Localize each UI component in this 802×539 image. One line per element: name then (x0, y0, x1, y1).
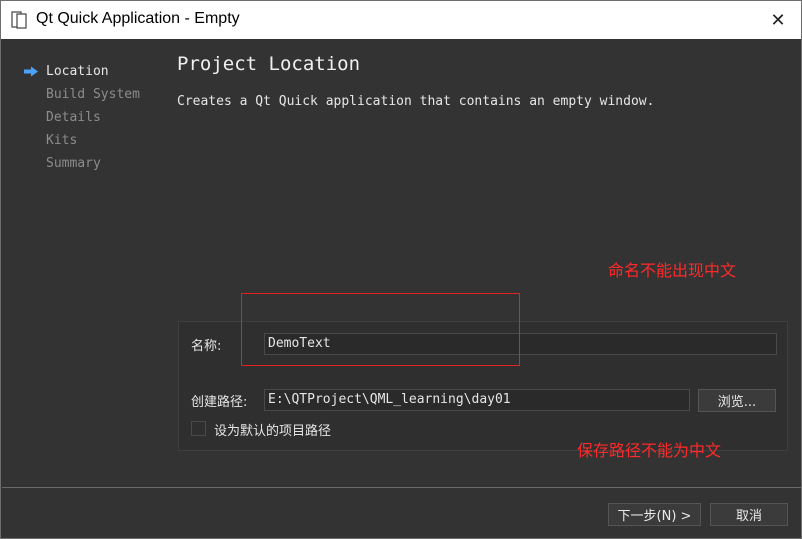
next-button[interactable]: 下一步(N) > (608, 503, 701, 526)
nav-step-label: Details (46, 110, 101, 125)
wizard-window: Qt Quick Application - Empty ✕ Location … (0, 0, 802, 539)
name-label: 名称: (191, 339, 222, 354)
name-highlight-box (241, 293, 520, 366)
browse-button[interactable]: 浏览... (698, 389, 776, 412)
nav-step-build-system: Build System (23, 83, 140, 106)
nav-step-details: Details (23, 106, 140, 129)
page-title: Project Location (177, 53, 361, 75)
wizard-steps-nav: Location Build System Details Kits Summa… (23, 60, 140, 175)
footer-divider (2, 487, 802, 488)
path-warning-annotation: 保存路径不能为中文 (577, 441, 722, 460)
nav-step-summary: Summary (23, 152, 140, 175)
default-path-checkbox[interactable] (191, 421, 206, 436)
name-warning-annotation: 命名不能出现中文 (608, 261, 737, 280)
close-button[interactable]: ✕ (755, 1, 801, 39)
nav-step-label: Location (46, 64, 109, 79)
arrow-right-icon (24, 66, 38, 77)
title-bar: Qt Quick Application - Empty ✕ (1, 1, 801, 39)
close-icon: ✕ (770, 9, 786, 30)
create-path-input[interactable]: E:\QTProject\QML_learning\day01 (264, 389, 690, 411)
nav-step-label: Kits (46, 133, 78, 148)
create-path-label: 创建路径: (191, 395, 248, 410)
cancel-button[interactable]: 取消 (710, 503, 788, 526)
nav-step-label: Summary (46, 156, 101, 171)
nav-step-location: Location (23, 60, 140, 83)
nav-step-label: Build System (46, 87, 140, 102)
page-description: Creates a Qt Quick application that cont… (177, 94, 655, 109)
window-title: Qt Quick Application - Empty (36, 10, 240, 27)
window-icon (11, 11, 27, 29)
default-path-checkbox-label[interactable]: 设为默认的项目路径 (214, 420, 331, 439)
nav-step-kits: Kits (23, 129, 140, 152)
